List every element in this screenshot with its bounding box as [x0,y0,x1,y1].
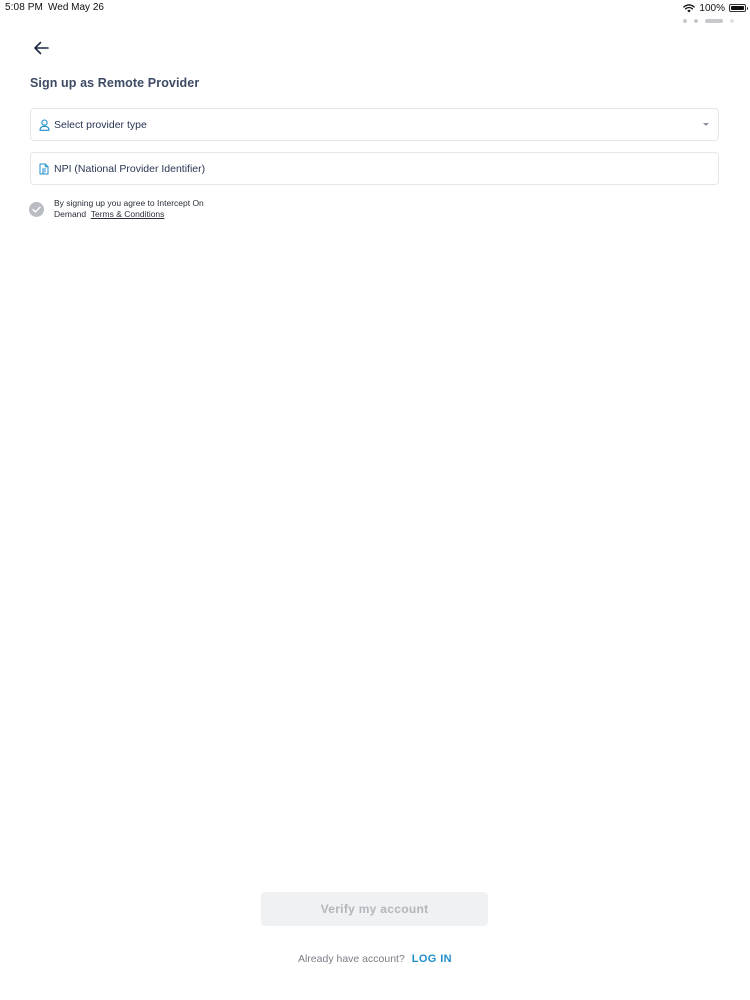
user-icon [38,118,50,131]
multitask-bar [705,19,723,23]
terms-text: By signing up you agree to Intercept On … [54,198,204,219]
provider-type-placeholder: Select provider type [54,118,147,131]
npi-input[interactable]: NPI (National Provider Identifier) [30,152,719,185]
login-link[interactable]: LOG IN [412,953,452,965]
arrow-left-icon [34,41,49,55]
status-date: Wed May 26 [48,2,104,13]
multitask-dot [683,19,687,23]
document-icon [38,163,50,175]
terms-checkbox[interactable] [29,202,44,217]
login-row: Already have account? LOG IN [0,953,750,965]
battery-percent: 100% [699,2,725,14]
multitask-dot [730,19,734,23]
multitasking-indicator[interactable] [683,19,734,23]
npi-placeholder: NPI (National Provider Identifier) [54,162,206,175]
terms-link[interactable]: Terms & Conditions [91,209,165,219]
back-button[interactable] [30,38,52,58]
status-indicators: 100% [683,1,748,15]
status-time: 5:08 PM [5,2,43,13]
battery-icon [729,4,748,12]
page-title: Sign up as Remote Provider [30,76,200,90]
status-bar: 5:08 PM Wed May 26 100% [0,0,750,16]
checkmark-icon [32,206,41,213]
wifi-icon [683,3,696,13]
caret-down-icon [703,123,709,126]
multitask-dot [694,19,698,23]
verify-account-button[interactable]: Verify my account [261,892,488,926]
battery-fill [731,6,744,10]
login-prompt: Already have account? [297,953,405,965]
provider-type-select[interactable]: Select provider type [30,108,719,141]
